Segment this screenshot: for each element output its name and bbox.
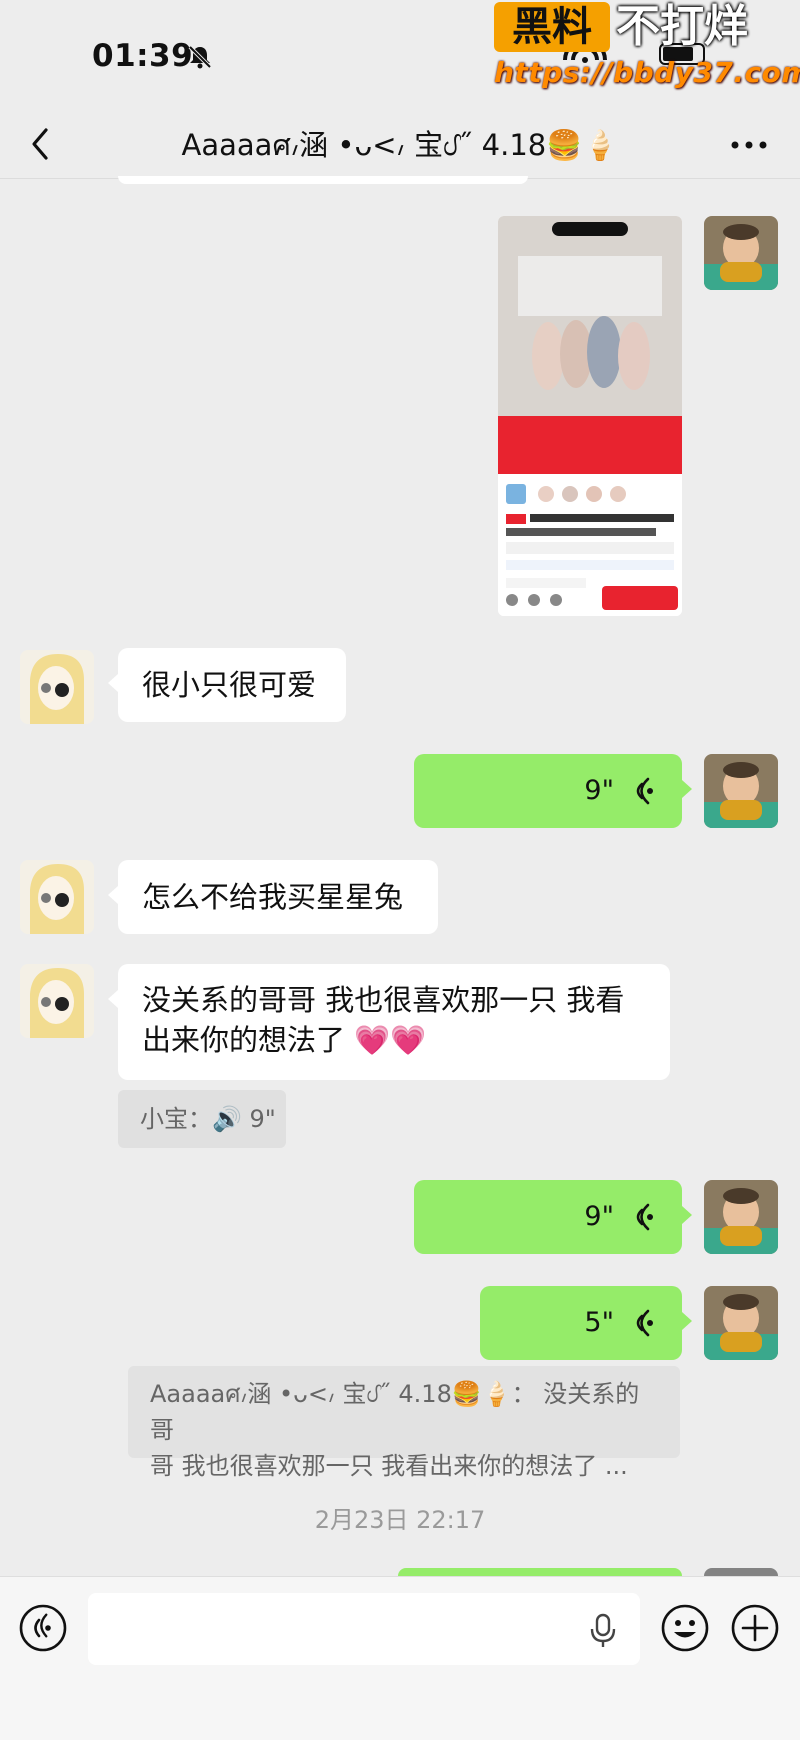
chat-title[interactable]: Aaaaaศ៸涵 •ᴗ<៸ 宝ᦔ˝ 4.18🍔🍦 xyxy=(170,122,630,168)
message-text: 怎么不给我买星星兔 xyxy=(142,880,404,914)
previous-message-edge xyxy=(118,176,528,184)
avatar-self[interactable] xyxy=(704,754,778,828)
watermark-slogan: 不打烊 xyxy=(616,1,748,52)
avatar-other[interactable] xyxy=(20,650,94,724)
chat-nav-bar: Aaaaaศ៸涵 •ᴗ<៸ 宝ᦔ˝ 4.18🍔🍦 xyxy=(0,112,800,179)
back-icon[interactable] xyxy=(26,126,56,162)
message-text-line: 出来你的想法了 💗💗 xyxy=(142,1023,427,1057)
avatar-self[interactable] xyxy=(704,1286,778,1360)
bell-muted-icon xyxy=(188,45,212,69)
avatar-other[interactable] xyxy=(20,964,94,1038)
mic-icon[interactable] xyxy=(588,1613,618,1649)
voice-wave-icon xyxy=(636,1203,653,1231)
voice-transcription[interactable]: 小宝：🔊 9" xyxy=(118,1090,286,1148)
voice-duration: 5" xyxy=(584,1307,614,1338)
message-text-line: 没关系的哥哥 我也很喜欢那一只 我看 xyxy=(142,983,625,1017)
watermark-url: https://bbdy37.com xyxy=(494,56,800,89)
quote-text-line: Aaaaaศ៸涵 •ᴗ<៸ 宝ᦔ˝ 4.18🍔🍦： 没关系的哥 xyxy=(150,1380,640,1444)
voice-message-self[interactable]: 9" xyxy=(414,754,692,828)
quote-text-line: 哥 我也很喜欢那一只 我看出来你的想法了 ... xyxy=(150,1452,628,1480)
voice-wave-icon xyxy=(636,1309,653,1337)
message-bubble-other[interactable]: 很小只很可爱 xyxy=(108,648,346,722)
voice-message-self[interactable]: 9" xyxy=(414,1180,692,1254)
message-input[interactable] xyxy=(88,1593,640,1665)
message-bubble-other[interactable]: 怎么不给我买星星兔 xyxy=(108,860,438,934)
voice-message-self[interactable]: 5" xyxy=(480,1286,692,1360)
status-time: 01:39 xyxy=(92,38,194,74)
voice-wave-icon xyxy=(636,777,653,805)
avatar-self[interactable] xyxy=(704,1180,778,1254)
message-bubble-other[interactable]: 没关系的哥哥 我也很喜欢那一只 我看 出来你的想法了 💗💗 xyxy=(108,964,670,1080)
keyboard-voice-icon[interactable] xyxy=(18,1603,68,1653)
avatar-self[interactable] xyxy=(704,216,778,290)
voice-duration: 9" xyxy=(584,1201,614,1232)
quoted-message[interactable]: Aaaaaศ៸涵 •ᴗ<៸ 宝ᦔ˝ 4.18🍔🍦： 没关系的哥 哥 我也很喜欢那… xyxy=(128,1366,680,1480)
avatar-other[interactable] xyxy=(20,860,94,934)
plus-icon[interactable] xyxy=(730,1603,780,1653)
watermark-brand: 黑料 xyxy=(494,2,610,52)
more-icon[interactable] xyxy=(730,140,768,150)
message-text: 很小只很可爱 xyxy=(142,668,317,702)
product-screenshot-image[interactable] xyxy=(498,216,682,616)
watermark: 黑料 不打烊 https://bbdy37.com xyxy=(494,0,800,100)
emoji-icon[interactable] xyxy=(660,1603,710,1653)
message-timestamp: 2月23日 22:17 xyxy=(314,1506,486,1534)
voice-duration: 9" xyxy=(584,775,614,806)
chat-input-bar xyxy=(0,1576,800,1740)
